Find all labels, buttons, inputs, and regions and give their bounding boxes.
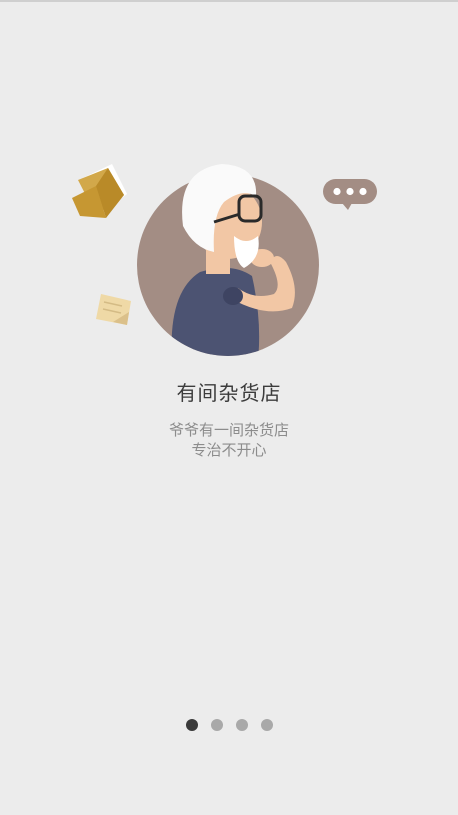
- page-dot-2[interactable]: [210, 719, 223, 731]
- subtitle-line-1: 爷爷有一间杂货店: [168, 421, 289, 439]
- page-dot-1[interactable]: [185, 719, 198, 731]
- sticky-note-icon: [96, 294, 131, 325]
- page-title: 有间杂货店: [176, 381, 282, 405]
- subtitle-line-2: 专治不开心: [191, 441, 267, 459]
- page-dot-3[interactable]: [235, 719, 248, 731]
- page-indicator: [0, 719, 458, 733]
- speech-bubble-icon: [323, 179, 377, 210]
- open-book-icon: [72, 164, 127, 218]
- onboarding-illustration: [72, 164, 377, 356]
- subtitle: 爷爷有一间杂货店 专治不开心: [0, 420, 458, 460]
- page-dot-4[interactable]: [260, 719, 273, 731]
- old-man-avatar: [137, 164, 319, 356]
